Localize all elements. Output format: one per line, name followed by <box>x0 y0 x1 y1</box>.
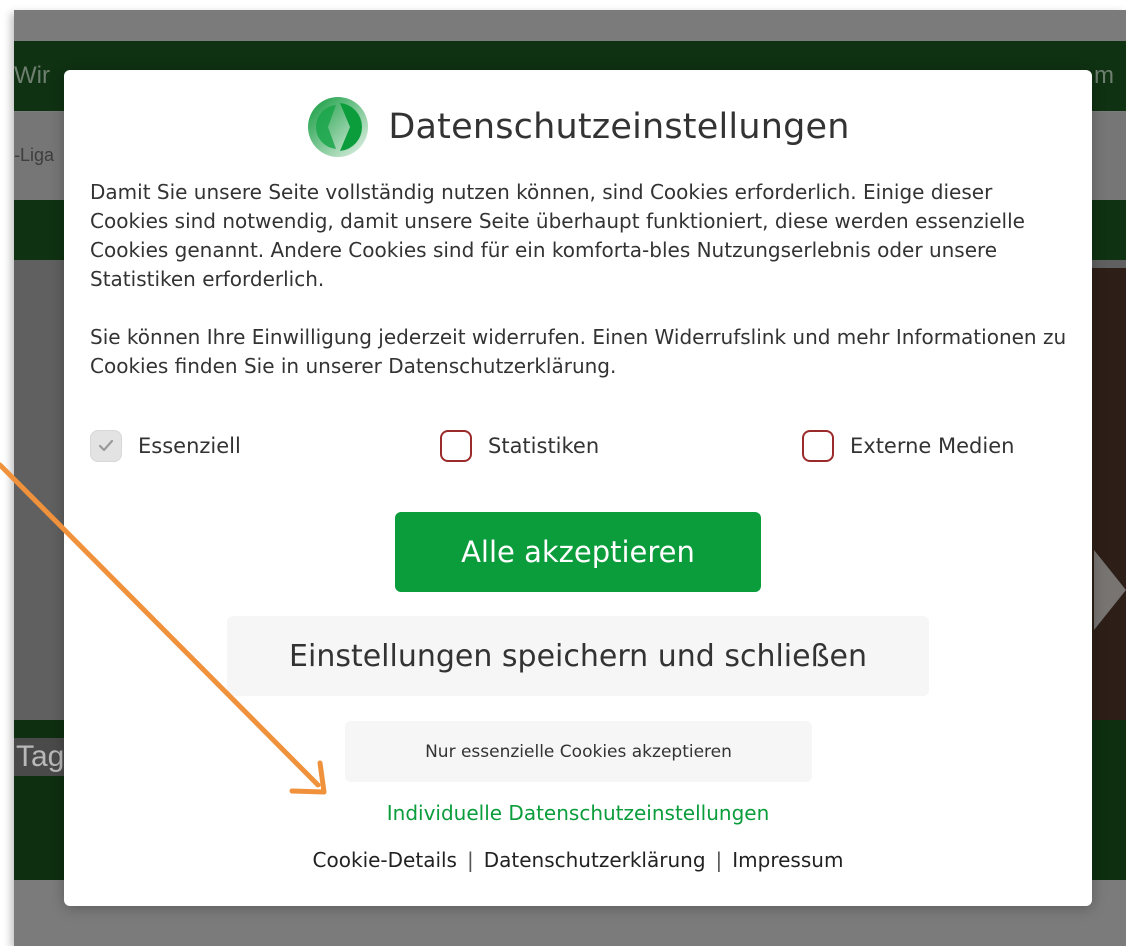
modal-body: Damit Sie unsere Seite vollständig nutze… <box>90 178 1070 381</box>
consent-label-statistics[interactable]: Statistiken <box>488 434 599 458</box>
essential-only-button[interactable]: Nur essenzielle Cookies akzeptieren <box>345 721 812 782</box>
external-media-checkbox[interactable] <box>802 430 834 462</box>
consent-options: Essenziell Statistiken Externe Medien <box>90 430 1046 466</box>
modal-footer-links: Cookie-Details | Datenschutzerklärung | Impr… <box>64 848 1092 872</box>
individual-settings-link[interactable]: Individuelle Datenschutzeinstellungen <box>64 801 1092 825</box>
save-and-close-button[interactable]: Einstellungen speichern und schließen <box>227 616 929 696</box>
modal-header: Datenschutzeinstellungen <box>64 94 1092 160</box>
statistics-checkbox[interactable] <box>440 430 472 462</box>
imprint-link[interactable]: Impressum <box>732 848 843 872</box>
accept-all-button[interactable]: Alle akzeptieren <box>395 512 761 592</box>
essential-checkbox <box>90 430 122 462</box>
consent-statistics[interactable]: Statistiken <box>440 430 599 462</box>
cookie-consent-modal: Datenschutzeinstellungen Damit Sie unser… <box>64 70 1092 906</box>
consent-label-external-media[interactable]: Externe Medien <box>850 434 1014 458</box>
privacy-policy-link[interactable]: Datenschutzerklärung <box>484 848 706 872</box>
background-tag-text: Tag <box>14 738 67 776</box>
footer-separator: | <box>466 848 474 872</box>
brand-logo-icon <box>308 97 369 157</box>
cookie-details-link[interactable]: Cookie-Details <box>313 848 457 872</box>
footer-separator: | <box>715 848 723 872</box>
background-nav-text-last: m <box>1094 62 1114 89</box>
background-subbar-text: -Liga <box>14 145 55 165</box>
checkmark-icon <box>98 439 114 452</box>
consent-external-media[interactable]: Externe Medien <box>802 430 1014 462</box>
consent-essential: Essenziell <box>90 430 241 462</box>
background-nav-text-first: Wir <box>14 62 50 89</box>
intro-paragraph: Damit Sie unsere Seite vollständig nutze… <box>90 180 1025 291</box>
revocation-paragraph: Sie können Ihre Einwilligung jederzeit w… <box>90 325 1067 378</box>
modal-title: Datenschutzeinstellungen <box>388 107 850 147</box>
consent-label-essential: Essenziell <box>138 434 241 458</box>
